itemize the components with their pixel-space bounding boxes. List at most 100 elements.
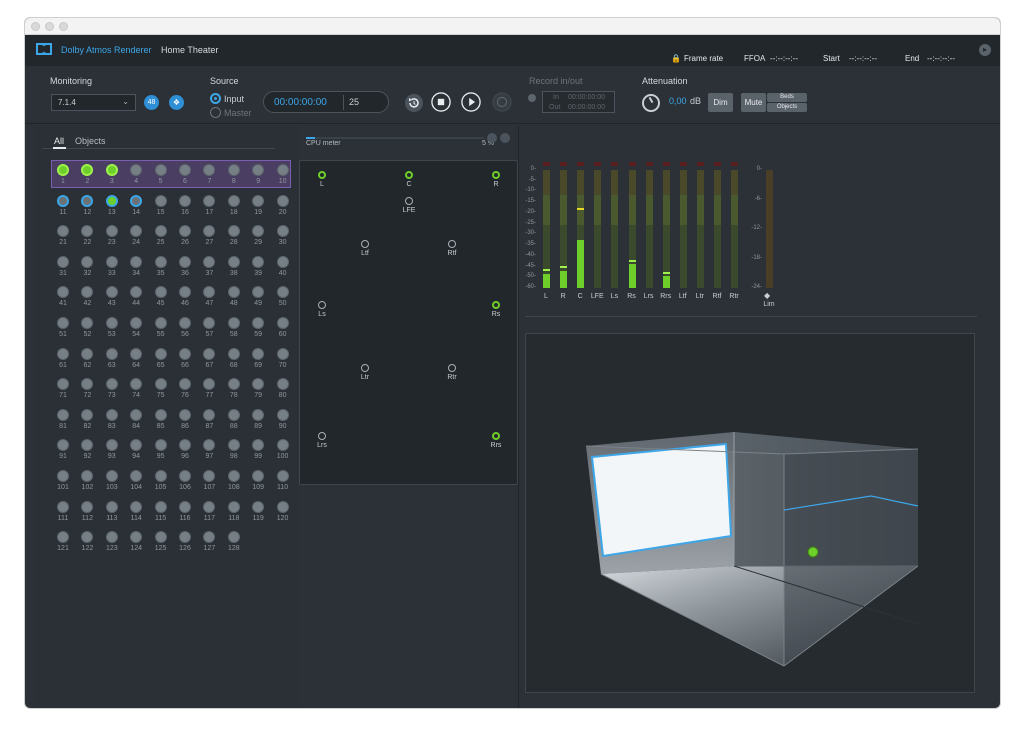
channel-51[interactable]: 51 [51, 317, 75, 347]
channel-100[interactable]: 100 [271, 439, 295, 469]
channel-28[interactable]: 28 [222, 225, 246, 255]
speaker-ltf[interactable]: Ltf [350, 240, 380, 262]
channel-62[interactable]: 62 [75, 347, 99, 378]
channel-60[interactable]: 60 [271, 317, 295, 347]
channel-101[interactable]: 101 [51, 470, 75, 500]
speaker-ltr[interactable]: Ltr [350, 364, 380, 386]
channel-27[interactable]: 27 [197, 225, 221, 255]
channel-74[interactable]: 74 [124, 378, 148, 408]
channel-38[interactable]: 38 [222, 255, 246, 286]
monitoring-select[interactable]: 7.1.4 ⌄ [51, 94, 136, 111]
channel-46[interactable]: 46 [173, 286, 197, 316]
stop-button[interactable] [431, 92, 451, 112]
timecode-display[interactable]: 00:00:00:00 25 [263, 91, 389, 113]
clip-indicator[interactable] [560, 162, 568, 166]
channel-7[interactable]: 7 [197, 164, 221, 194]
channel-117[interactable]: 117 [197, 500, 221, 531]
channel-75[interactable]: 75 [149, 378, 173, 408]
channel-87[interactable]: 87 [197, 408, 221, 439]
channel-32[interactable]: 32 [75, 255, 99, 286]
channel-99[interactable]: 99 [246, 439, 270, 469]
channel-26[interactable]: 26 [173, 225, 197, 255]
limiter-icon[interactable]: ◆ [764, 291, 770, 300]
channel-115[interactable]: 115 [149, 500, 173, 531]
channel-25[interactable]: 25 [149, 225, 173, 255]
speaker-r[interactable]: R [481, 171, 511, 193]
channel-23[interactable]: 23 [100, 225, 124, 255]
channel-57[interactable]: 57 [197, 317, 221, 347]
channel-21[interactable]: 21 [51, 225, 75, 255]
object-position-dot[interactable] [807, 546, 819, 558]
clip-indicator[interactable] [594, 162, 602, 166]
channel-119[interactable]: 119 [246, 500, 270, 531]
channel-44[interactable]: 44 [124, 286, 148, 316]
channel-121[interactable]: 121 [51, 531, 75, 561]
channel-63[interactable]: 63 [100, 347, 124, 378]
channel-71[interactable]: 71 [51, 378, 75, 408]
channel-39[interactable]: 39 [246, 255, 270, 286]
clip-indicator[interactable] [696, 162, 704, 166]
channel-109[interactable]: 109 [246, 470, 270, 500]
channel-82[interactable]: 82 [75, 408, 99, 439]
channel-3[interactable]: 3 [100, 164, 124, 194]
channel-19[interactable]: 19 [246, 194, 270, 225]
channel-11[interactable]: 11 [51, 194, 75, 225]
channel-123[interactable]: 123 [100, 531, 124, 561]
channel-43[interactable]: 43 [100, 286, 124, 316]
speaker-ls[interactable]: Ls [307, 301, 337, 323]
channel-34[interactable]: 34 [124, 255, 148, 286]
channel-52[interactable]: 52 [75, 317, 99, 347]
record-button[interactable] [492, 92, 512, 112]
room-3d-view[interactable] [525, 333, 975, 693]
channel-30[interactable]: 30 [271, 225, 295, 255]
clip-indicator[interactable] [645, 162, 653, 166]
speaker-l[interactable]: L [307, 171, 337, 193]
clip-indicator[interactable] [611, 162, 619, 166]
channel-20[interactable]: 20 [271, 194, 295, 225]
dim-button[interactable]: Dim [708, 93, 733, 112]
channel-105[interactable]: 105 [149, 470, 173, 500]
clip-indicator[interactable] [577, 162, 585, 166]
channel-104[interactable]: 104 [124, 470, 148, 500]
channel-96[interactable]: 96 [173, 439, 197, 469]
clip-indicator[interactable] [731, 162, 739, 166]
channel-110[interactable]: 110 [271, 470, 295, 500]
speaker-rs[interactable]: Rs [481, 301, 511, 323]
channel-61[interactable]: 61 [51, 347, 75, 378]
channel-122[interactable]: 122 [75, 531, 99, 561]
record-inout-box[interactable]: In 00:00:00:00 Out 00:00:00:00 [542, 91, 615, 113]
channel-16[interactable]: 16 [173, 194, 197, 225]
channel-86[interactable]: 86 [173, 408, 197, 439]
mute-button[interactable]: Mute [741, 93, 766, 112]
channel-1[interactable]: 1 [51, 164, 75, 194]
channel-70[interactable]: 70 [271, 347, 295, 378]
channel-102[interactable]: 102 [75, 470, 99, 500]
channel-111[interactable]: 111 [51, 500, 75, 531]
channel-80[interactable]: 80 [271, 378, 295, 408]
channel-55[interactable]: 55 [149, 317, 173, 347]
channel-2[interactable]: 2 [75, 164, 99, 194]
mute-beds-button[interactable]: Beds [767, 93, 807, 102]
channel-114[interactable]: 114 [124, 500, 148, 531]
channel-45[interactable]: 45 [149, 286, 173, 316]
channel-50[interactable]: 50 [271, 286, 295, 316]
record-enable-toggle[interactable] [528, 94, 536, 102]
channel-108[interactable]: 108 [222, 470, 246, 500]
channel-67[interactable]: 67 [197, 347, 221, 378]
channel-6[interactable]: 6 [173, 164, 197, 194]
cpu-close-icon[interactable] [500, 133, 510, 143]
channel-95[interactable]: 95 [149, 439, 173, 469]
channel-89[interactable]: 89 [246, 408, 270, 439]
clip-indicator[interactable] [679, 162, 687, 166]
channel-4[interactable]: 4 [124, 164, 148, 194]
clip-indicator[interactable] [543, 162, 550, 166]
channel-124[interactable]: 124 [124, 531, 148, 561]
channel-24[interactable]: 24 [124, 225, 148, 255]
channel-15[interactable]: 15 [149, 194, 173, 225]
channel-73[interactable]: 73 [100, 378, 124, 408]
channel-9[interactable]: 9 [246, 164, 270, 194]
channel-98[interactable]: 98 [222, 439, 246, 469]
clip-indicator[interactable] [662, 162, 670, 166]
zoom-window-button[interactable] [59, 22, 68, 31]
channel-12[interactable]: 12 [75, 194, 99, 225]
